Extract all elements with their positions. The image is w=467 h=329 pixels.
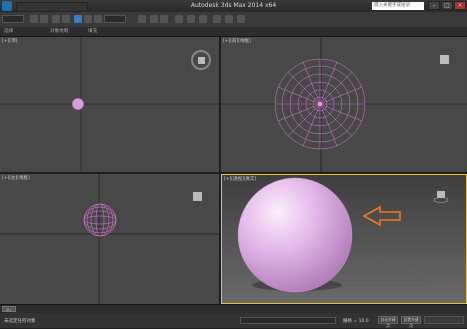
auto-key-label: 自动关键点: [380, 317, 396, 328]
search-box[interactable]: 键入关键字或短语: [372, 2, 424, 10]
move-icon[interactable]: [138, 15, 146, 23]
minimize-button[interactable]: –: [428, 1, 440, 10]
layer-icon[interactable]: [175, 15, 183, 23]
reference-coord-dropdown[interactable]: [104, 15, 126, 23]
playback-controls[interactable]: [424, 316, 464, 324]
tab-populate[interactable]: 填充: [88, 28, 97, 34]
undo-icon[interactable]: [30, 15, 38, 23]
set-key-button[interactable]: 设置关键点: [401, 316, 421, 328]
main-toolbar: [0, 12, 467, 28]
viewport-perspective[interactable]: [+][透视][真实]: [221, 174, 467, 304]
coord-fields[interactable]: [240, 317, 336, 324]
viewport-perspective-label[interactable]: [+][透视][真实]: [224, 176, 256, 182]
viewport-left[interactable]: [+][左][线框]: [0, 174, 219, 304]
link-icon[interactable]: [52, 15, 60, 23]
time-slider-handle[interactable]: 0 / 100: [2, 306, 16, 317]
curve-editor-icon[interactable]: [187, 15, 195, 23]
viewport-top-label[interactable]: [+][顶]: [2, 38, 17, 44]
viewport-top[interactable]: [+][顶]: [0, 37, 219, 172]
orange-arrow-icon: [362, 205, 401, 227]
render-setup-icon[interactable]: [225, 15, 233, 23]
tab-selection[interactable]: 选择: [4, 28, 13, 34]
close-button[interactable]: ×: [454, 1, 466, 10]
viewport-front-label[interactable]: [+][前][线框]: [223, 38, 251, 44]
align-icon[interactable]: [160, 15, 168, 23]
render-icon[interactable]: [237, 15, 245, 23]
sphere-top-view[interactable]: [72, 98, 84, 110]
rotate-icon[interactable]: [84, 15, 92, 23]
viewcube-icon[interactable]: [191, 50, 211, 70]
tab-object-paint[interactable]: 对象绘制: [50, 28, 68, 34]
unlink-icon[interactable]: [62, 15, 70, 23]
auto-key-button[interactable]: 自动关键点: [378, 316, 398, 328]
sphere-perspective[interactable]: [237, 177, 353, 293]
scale-icon[interactable]: [94, 15, 102, 23]
ribbon-tabs: 选择 对象绘制 填充: [0, 27, 467, 37]
set-key-label: 设置关键点: [403, 317, 419, 328]
viewport-left-label[interactable]: [+][左][线框]: [2, 175, 30, 181]
maximize-button[interactable]: □: [441, 1, 453, 10]
status-bar: 未选定任何对象 栅格 = 10.0 自动关键点 设置关键点: [0, 313, 467, 328]
material-editor-icon[interactable]: [213, 15, 221, 23]
redo-icon[interactable]: [40, 15, 48, 23]
viewport-front[interactable]: [+][前][线框]: [221, 37, 467, 172]
select-object-icon[interactable]: [74, 15, 82, 23]
selection-set-dropdown[interactable]: [2, 15, 24, 23]
search-placeholder: 键入关键字或短语: [374, 3, 410, 8]
schematic-icon[interactable]: [199, 15, 207, 23]
grid-readout: 栅格 = 10.0: [343, 319, 369, 324]
selection-status: 未选定任何对象: [4, 319, 36, 324]
mirror-icon[interactable]: [150, 15, 158, 23]
